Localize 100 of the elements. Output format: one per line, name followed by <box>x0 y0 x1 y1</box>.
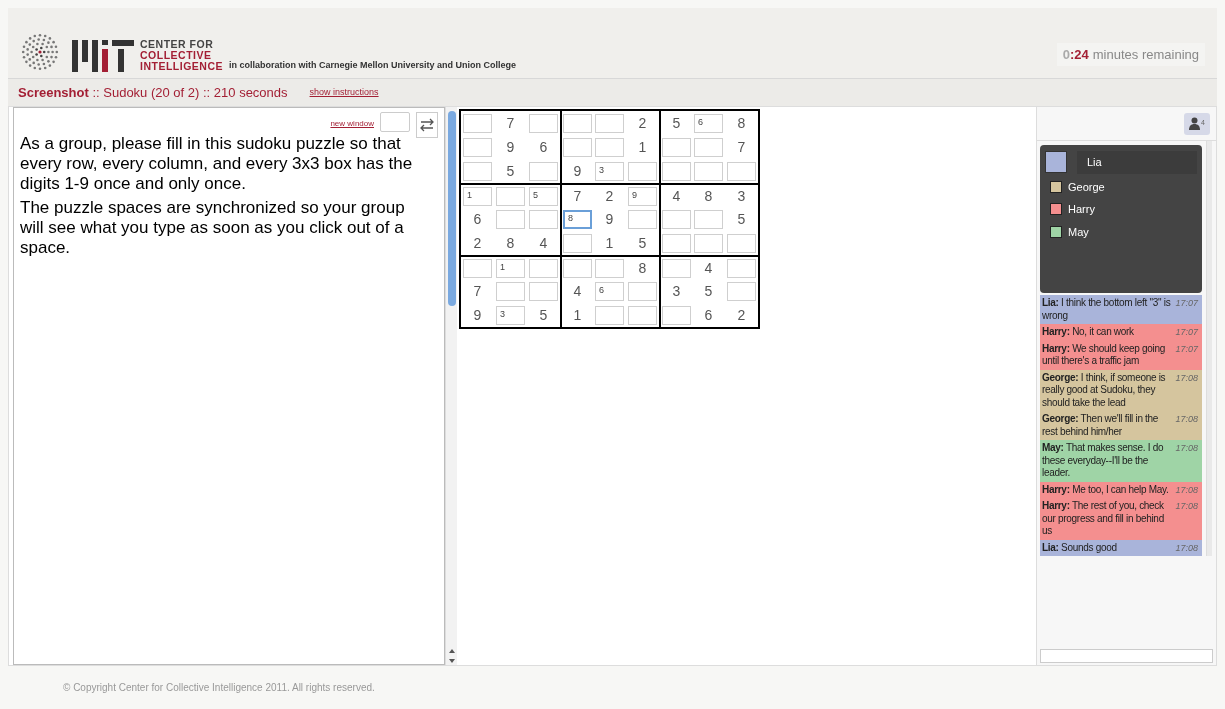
cell-input[interactable] <box>496 281 525 301</box>
cell-input[interactable] <box>529 113 558 133</box>
cell-input[interactable] <box>727 233 756 253</box>
instruction-paragraph: The puzzle spaces are synchronized so your group will see what you type as soon as you click out of a space. <box>20 198 406 258</box>
given-digit: 5 <box>672 113 681 133</box>
chat-text: Harry: We should keep going until there's a traffic jam <box>1042 342 1166 368</box>
given-digit: 9 <box>473 305 482 325</box>
cell-input[interactable]: 8 <box>563 209 592 229</box>
cell-input[interactable]: 9 <box>628 186 657 206</box>
cell-input[interactable] <box>496 186 525 206</box>
instruction-paragraph: As a group, please fill in this sudoku puzzle so that every row, every column, and every 3x3 box has the digits 1-9 once and only once. <box>20 134 414 194</box>
given-digit: 2 <box>473 233 482 253</box>
cell-input[interactable] <box>463 161 492 181</box>
given-digit: 9 <box>605 209 614 229</box>
given-digit: 2 <box>638 113 647 133</box>
cell-input[interactable] <box>563 258 592 278</box>
user-item[interactable]: May <box>1040 220 1202 243</box>
page-title: Screenshot :: Sudoku (20 of 2) :: 210 seconds <box>18 83 288 102</box>
given-digit: 8 <box>506 233 515 253</box>
given-digit: 8 <box>638 258 647 278</box>
cell-input[interactable] <box>628 305 657 325</box>
person-icon <box>1189 117 1201 130</box>
cell-input[interactable] <box>595 305 624 325</box>
cell-input[interactable] <box>662 258 691 278</box>
cell-input[interactable] <box>662 209 691 229</box>
given-digit: 6 <box>539 137 548 157</box>
given-digit: 2 <box>605 186 614 206</box>
cell-input[interactable] <box>529 281 558 301</box>
given-digit: 3 <box>737 186 746 206</box>
cell-input[interactable] <box>563 233 592 253</box>
logo-text: INTELLIGENCE <box>140 61 223 72</box>
cell-input[interactable] <box>662 233 691 253</box>
cell-input[interactable] <box>628 209 657 229</box>
user-item[interactable]: Harry <box>1040 198 1202 221</box>
given-digit: 9 <box>573 161 582 181</box>
cell-input[interactable] <box>694 233 723 253</box>
given-digit: 4 <box>539 233 548 253</box>
mit-logo-icon <box>72 40 134 72</box>
scroll-arrows-icon <box>448 647 455 665</box>
cell-input[interactable]: 5 <box>529 186 558 206</box>
given-digit: 5 <box>638 233 647 253</box>
cell-input[interactable] <box>662 137 691 157</box>
new-window-link[interactable]: new window <box>330 118 374 130</box>
cell-input[interactable] <box>463 258 492 278</box>
cell-input[interactable] <box>595 137 624 157</box>
given-digit: 5 <box>704 281 713 301</box>
cell-input[interactable] <box>595 113 624 133</box>
given-digit: 2 <box>737 305 746 325</box>
cell-input[interactable]: 1 <box>463 186 492 206</box>
cell-input[interactable] <box>595 258 624 278</box>
chat-input-field[interactable] <box>1040 649 1213 663</box>
given-digit: 1 <box>605 233 614 253</box>
cell-input[interactable] <box>563 137 592 157</box>
swap-arrows-icon <box>419 118 435 132</box>
cell-input[interactable]: 6 <box>595 281 624 301</box>
cell-input[interactable]: 3 <box>496 305 525 325</box>
cell-input[interactable] <box>628 281 657 301</box>
cell-input[interactable] <box>463 137 492 157</box>
given-digit: 8 <box>704 186 713 206</box>
cell-input[interactable] <box>727 258 756 278</box>
swap-button[interactable] <box>416 112 438 138</box>
cell-input[interactable] <box>727 281 756 301</box>
logo-text: COLLECTIVE <box>140 50 213 61</box>
cell-input[interactable] <box>694 161 723 181</box>
cell-input[interactable] <box>694 209 723 229</box>
cell-input[interactable] <box>628 161 657 181</box>
cell-input[interactable] <box>529 258 558 278</box>
user-item[interactable]: George <box>1040 175 1202 198</box>
chat-text: Harry: Me too, I can help May. <box>1042 483 1170 496</box>
cell-input[interactable] <box>662 305 691 325</box>
scroll-thumb[interactable] <box>447 111 456 306</box>
cell-input[interactable] <box>496 209 525 229</box>
cell-input[interactable] <box>529 161 558 181</box>
cell-input[interactable] <box>694 137 723 157</box>
cell-input[interactable]: 3 <box>595 161 624 181</box>
cell-input[interactable] <box>727 161 756 181</box>
chat-time: 17:07 <box>1174 297 1199 310</box>
given-digit: 1 <box>573 305 582 325</box>
given-digit: 4 <box>704 258 713 278</box>
given-digit: 7 <box>573 186 582 206</box>
chat-text: Lia: I think the bottom left "3" is wrong <box>1042 297 1172 322</box>
given-digit: 1 <box>638 137 647 157</box>
cell-input[interactable] <box>463 113 492 133</box>
chat-time: 17:07 <box>1174 326 1199 339</box>
cell-input[interactable]: 1 <box>496 258 525 278</box>
show-instructions-link[interactable]: show instructions <box>309 85 379 100</box>
chat-time: 17:08 <box>1174 541 1199 554</box>
cell-input[interactable] <box>529 209 558 229</box>
dots-logo-icon <box>20 32 60 72</box>
chat-time: 17:08 <box>1174 483 1199 496</box>
collaboration-text: in collaboration with Carnegie Mellon University and Union College <box>229 58 517 72</box>
cell-input[interactable]: 6 <box>694 113 723 133</box>
chat-text: Harry: No, it can work <box>1042 326 1135 339</box>
logo-text: CENTER FOR <box>140 39 215 50</box>
cell-input[interactable] <box>662 161 691 181</box>
given-digit: 4 <box>573 281 582 301</box>
chat-time: 17:08 <box>1174 500 1199 513</box>
chat-text: May: That makes sense. I do these everyday--I'll be the leader. <box>1042 442 1165 480</box>
cell-input[interactable] <box>563 113 592 133</box>
given-digit: 5 <box>506 161 515 181</box>
